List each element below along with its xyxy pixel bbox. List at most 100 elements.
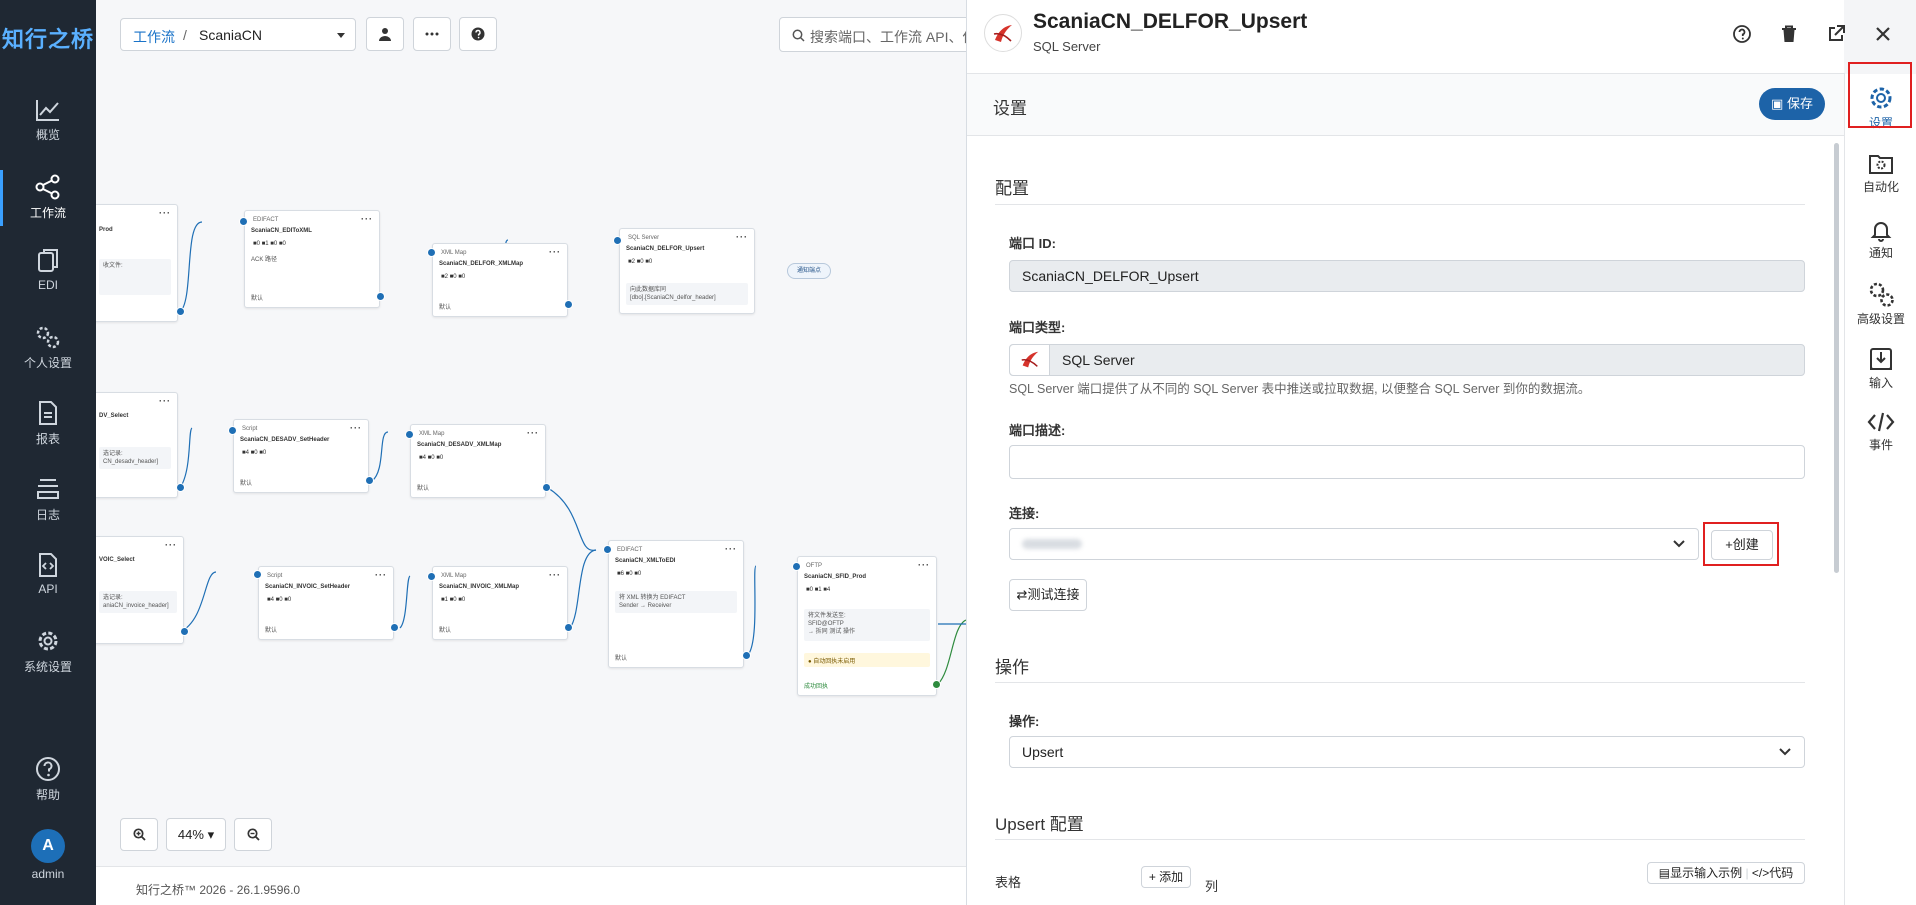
node-port[interactable]: [176, 483, 185, 492]
zoom-out-button[interactable]: [234, 818, 272, 851]
node-port[interactable]: [427, 248, 436, 257]
nav-item-overview[interactable]: 概览: [0, 90, 96, 154]
workflow-node[interactable]: ··· DV_Select 选记录: CN_desadv_header]: [96, 392, 178, 498]
show-sample-button[interactable]: ▤显示输入示例: [1659, 866, 1742, 880]
workflow-node[interactable]: Script ··· ScaniaCN_DESADV_SetHeader ■4 …: [233, 419, 369, 493]
workflow-node[interactable]: XML Map ··· ScaniaCN_DELFOR_XMLMap ■2 ■0…: [432, 243, 568, 317]
connection-select[interactable]: [1009, 528, 1699, 560]
external-link-icon[interactable]: [1824, 22, 1848, 46]
test-connection-button[interactable]: ⇄测试连接: [1009, 579, 1087, 611]
node-port[interactable]: [603, 545, 612, 554]
code-button[interactable]: </>代码: [1752, 866, 1793, 880]
zoom-level-dropdown[interactable]: 44% ▾: [166, 818, 226, 851]
workflow-node[interactable]: XML Map ··· ScaniaCN_INVOIC_XMLMap ■1 ■0…: [432, 566, 568, 640]
port-description-textarea[interactable]: [1009, 445, 1805, 479]
node-port[interactable]: [932, 680, 941, 689]
rail-item-advanced[interactable]: 高级设置: [1845, 274, 1916, 336]
node-port[interactable]: [180, 627, 189, 636]
node-stats: ■4 ■0 ■0: [242, 450, 267, 456]
avatar[interactable]: A: [31, 829, 65, 863]
workflow-node[interactable]: EDIFACT ··· ScaniaCN_EDIToXML ■0 ■1 ■0 ■…: [244, 210, 380, 308]
node-info: 选记录: aniaCN_invoice_header]: [99, 591, 177, 613]
node-menu-icon[interactable]: ···: [725, 544, 737, 554]
divider: [995, 204, 1805, 205]
node-menu-icon[interactable]: ···: [549, 570, 561, 580]
section-config-title: 配置: [995, 179, 1029, 198]
node-port[interactable]: [405, 430, 414, 439]
node-menu-icon[interactable]: ···: [361, 214, 373, 224]
settings-bar: 设置 ▣ 保存: [967, 74, 1845, 136]
port-description-label: 端口描述:: [1009, 423, 1066, 438]
nav-item-logs[interactable]: 日志: [0, 468, 96, 532]
node-port[interactable]: [427, 572, 436, 581]
version-text: 知行之桥™ 2026 - 26.1.9596.0: [136, 883, 301, 897]
workflow-node[interactable]: SQL Server ··· ScaniaCN_DELFOR_Upsert ■2…: [619, 228, 755, 314]
node-stats: ■1 ■0 ■0: [441, 597, 466, 603]
node-warning: ● 自动回执未启用: [804, 653, 930, 667]
workflow-node[interactable]: EDIFACT ··· ScaniaCN_XMLToEDI ■6 ■0 ■0 将…: [608, 540, 744, 668]
node-port[interactable]: [239, 217, 248, 226]
panel-scrollbar[interactable]: [1834, 143, 1839, 573]
nav-item-system-settings[interactable]: 系统设置: [0, 620, 96, 684]
node-menu-icon[interactable]: ···: [350, 423, 362, 433]
nav-item-help[interactable]: 帮助: [0, 748, 96, 812]
workflow-node[interactable]: OFTP ··· ScaniaCN_SFID_Prod ■0 ■1 ■4 将文件…: [797, 556, 937, 696]
workflow-canvas[interactable]: 工作流 / ScaniaCN 搜索端口、工作流 API、保 ··· Prod 收…: [96, 0, 966, 905]
node-port[interactable]: [564, 623, 573, 632]
node-port[interactable]: [176, 307, 185, 316]
input-sample-toolbar: ▤显示输入示例 | </>代码: [1647, 862, 1805, 884]
help-circle-icon[interactable]: [1730, 22, 1754, 46]
nav-label-workflow: 工作流: [29, 206, 66, 220]
node-menu-icon[interactable]: ···: [159, 208, 171, 218]
chevron-down-icon: [1779, 748, 1791, 756]
node-port[interactable]: [542, 483, 551, 492]
nav-item-api[interactable]: API: [0, 544, 96, 608]
port-id-field[interactable]: ScaniaCN_DELFOR_Upsert: [1009, 260, 1805, 292]
nav-item-edi[interactable]: EDI: [0, 240, 96, 304]
notify-endpoint-badge[interactable]: 通知端点: [787, 263, 831, 279]
node-port[interactable]: [228, 426, 237, 435]
nav-item-workflow[interactable]: 工作流: [0, 166, 96, 230]
workflow-node[interactable]: ··· VOIC_Select 选记录: aniaCN_invoice_head…: [96, 536, 184, 644]
node-name: ScaniaCN_INVOIC_XMLMap: [439, 584, 520, 590]
save-button[interactable]: ▣ 保存: [1759, 88, 1825, 120]
rail-item-notifications[interactable]: 通知: [1845, 212, 1916, 274]
operation-select[interactable]: Upsert: [1009, 736, 1805, 768]
node-port[interactable]: [792, 562, 801, 571]
close-icon[interactable]: [1871, 22, 1895, 46]
node-port[interactable]: [742, 651, 751, 660]
panel-title: ScaniaCN_DELFOR_Upsert: [1033, 10, 1308, 33]
node-menu-icon[interactable]: ···: [165, 540, 177, 550]
nav-item-reports[interactable]: 报表: [0, 392, 96, 456]
rail-item-automation[interactable]: 自动化: [1845, 146, 1916, 208]
node-menu-icon[interactable]: ···: [527, 428, 539, 438]
workflow-node[interactable]: ··· Prod 收文件:: [96, 204, 178, 322]
node-menu-icon[interactable]: ···: [549, 247, 561, 257]
rail-item-events[interactable]: 事件: [1845, 404, 1916, 466]
node-menu-icon[interactable]: ···: [918, 560, 930, 570]
right-rail: 设置 自动化 通知 高级设置 输入 事件: [1844, 62, 1916, 905]
node-stats: ■4 ■0 ■0: [419, 455, 444, 461]
node-menu-icon[interactable]: ···: [159, 396, 171, 406]
highlight-settings-tab: [1848, 62, 1912, 128]
node-port[interactable]: [253, 570, 262, 579]
workflow-node[interactable]: XML Map ··· ScaniaCN_DESADV_XMLMap ■4 ■0…: [410, 424, 546, 498]
node-stats: ■2 ■0 ■0: [441, 274, 466, 280]
node-port[interactable]: [613, 236, 622, 245]
node-port[interactable]: [376, 292, 385, 301]
section-operation-title: 操作: [995, 658, 1029, 677]
nav-item-personal-settings[interactable]: 个人设置: [0, 316, 96, 380]
node-port[interactable]: [564, 300, 573, 309]
workflow-node[interactable]: Script ··· ScaniaCN_INVOIC_SetHeader ■4 …: [258, 566, 394, 640]
node-menu-icon[interactable]: ···: [375, 570, 387, 580]
rail-item-input[interactable]: 输入: [1845, 340, 1916, 402]
add-table-button[interactable]: + 添加: [1141, 866, 1191, 888]
trash-icon[interactable]: [1777, 22, 1801, 46]
node-info: 将文件发送至: SFID@OFTP → 拆同 测试 操作: [804, 609, 930, 641]
node-menu-icon[interactable]: ···: [736, 232, 748, 242]
stack-icon: [37, 479, 59, 499]
node-port[interactable]: [365, 476, 374, 485]
panel-subtitle: SQL Server: [1033, 39, 1101, 54]
zoom-in-button[interactable]: [120, 818, 158, 851]
node-port[interactable]: [390, 623, 399, 632]
